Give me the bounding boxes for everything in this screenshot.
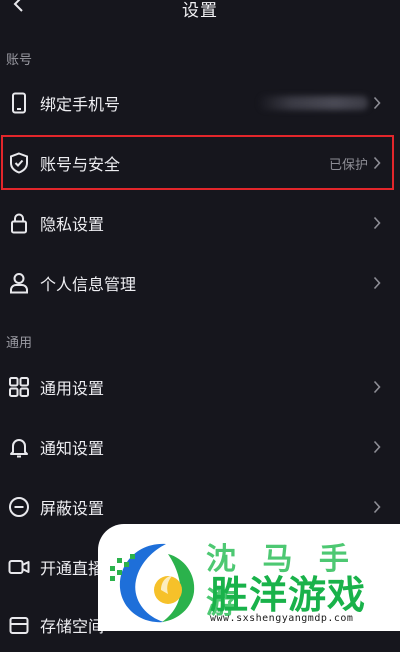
watermark-url: www.sxshengyangmdp.com xyxy=(210,613,354,624)
settings-item-label: 绑定手机号 xyxy=(40,95,121,114)
top-bar: 设置 xyxy=(0,0,400,22)
person-icon xyxy=(8,272,30,294)
chevron-right-icon xyxy=(372,439,382,455)
page-title: 设置 xyxy=(182,1,218,21)
settings-item-label: 通知设置 xyxy=(40,439,105,458)
phone-icon xyxy=(8,92,30,114)
lock-icon xyxy=(8,212,30,234)
settings-item-personal-info[interactable]: 个人信息管理 xyxy=(0,256,400,310)
brand-logo-icon xyxy=(110,543,195,623)
settings-item-label: 存储空间 xyxy=(40,617,105,636)
chevron-right-icon xyxy=(372,499,382,515)
redacted-phone-number xyxy=(258,96,368,110)
storage-icon xyxy=(8,614,30,636)
chevron-right-icon xyxy=(372,215,382,231)
settings-item-general[interactable]: 通用设置 xyxy=(0,360,400,414)
chevron-right-icon xyxy=(372,275,382,291)
chevron-right-icon xyxy=(372,379,382,395)
watermark-banner: 沈 马 手 游 胜洋游戏网 www.sxshengyangmdp.com xyxy=(98,524,400,631)
settings-item-label: 开通直播 xyxy=(40,559,105,578)
settings-item-bind-phone[interactable]: 绑定手机号 xyxy=(0,76,400,130)
section-label-general: 通用 xyxy=(6,336,33,351)
settings-item-label: 个人信息管理 xyxy=(40,275,137,294)
settings-item-privacy[interactable]: 隐私设置 xyxy=(0,196,400,250)
settings-item-notifications[interactable]: 通知设置 xyxy=(0,420,400,474)
minus-circle-icon xyxy=(8,496,30,518)
settings-item-label: 屏蔽设置 xyxy=(40,499,105,518)
chevron-right-icon xyxy=(372,95,382,111)
highlight-box xyxy=(1,135,394,190)
grid-icon xyxy=(8,376,30,398)
bell-icon xyxy=(8,436,30,458)
section-label-account: 账号 xyxy=(6,53,33,68)
video-camera-icon xyxy=(8,556,30,578)
settings-item-label: 通用设置 xyxy=(40,379,105,398)
settings-item-label: 隐私设置 xyxy=(40,215,105,234)
